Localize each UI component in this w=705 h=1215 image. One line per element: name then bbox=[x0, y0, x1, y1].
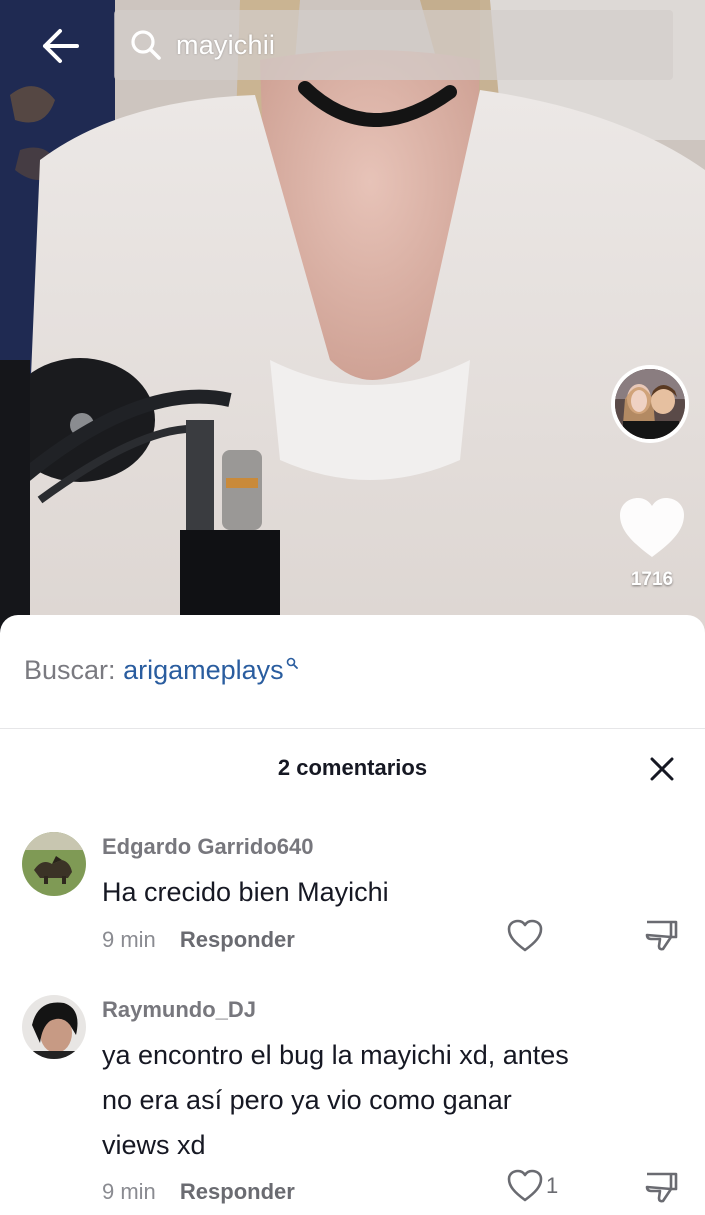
heart-outline-icon bbox=[507, 919, 543, 952]
comment-meta: 9 min Responder bbox=[102, 1179, 295, 1205]
search-suggestion-term: arigameplays bbox=[123, 655, 284, 685]
comment-like-button[interactable] bbox=[506, 1169, 544, 1203]
comment-text: Ha crecido bien Mayichi bbox=[102, 877, 389, 907]
comment-time: 9 min bbox=[102, 927, 156, 952]
search-icon bbox=[130, 28, 164, 62]
video-player[interactable]: mayichii 1716 bbox=[0, 0, 705, 640]
avatar[interactable] bbox=[22, 995, 86, 1059]
search-small-icon bbox=[286, 656, 298, 673]
reply-button[interactable]: Responder bbox=[180, 927, 295, 952]
comment-time: 9 min bbox=[102, 1179, 156, 1204]
comment-dislike-button[interactable] bbox=[643, 917, 679, 953]
search-suggestion[interactable]: Buscar: arigameplays bbox=[24, 655, 298, 686]
heart-icon bbox=[620, 498, 684, 557]
close-button[interactable] bbox=[646, 753, 678, 785]
comment-like-count: 1 bbox=[546, 1173, 559, 1198]
reply-button[interactable]: Responder bbox=[180, 1179, 295, 1204]
comments-sheet: Buscar: arigameplays 2 comentarios Edgar… bbox=[0, 615, 705, 1215]
creator-avatar[interactable] bbox=[611, 365, 689, 443]
comments-count-title: 2 comentarios bbox=[277, 755, 428, 780]
divider bbox=[0, 728, 705, 729]
avatar[interactable] bbox=[22, 832, 86, 896]
search-suggestion-prefix: Buscar: bbox=[24, 655, 116, 685]
arrow-left-icon bbox=[43, 29, 79, 63]
comment-author[interactable]: Raymundo_DJ bbox=[102, 997, 256, 1023]
like-count: 1716 bbox=[630, 569, 674, 590]
search-input[interactable]: mayichii bbox=[114, 10, 673, 80]
heart-outline-icon bbox=[507, 1169, 543, 1202]
avatar bbox=[615, 369, 685, 439]
comment-author[interactable]: Edgardo Garrido640 bbox=[102, 834, 314, 860]
search-query: mayichii bbox=[176, 29, 276, 60]
comment-meta: 9 min Responder bbox=[102, 927, 295, 953]
video-frame bbox=[0, 0, 705, 640]
top-bar: mayichii bbox=[0, 0, 705, 95]
back-button[interactable] bbox=[32, 22, 88, 70]
comment-like-button[interactable] bbox=[506, 919, 544, 953]
close-icon bbox=[650, 757, 674, 781]
comment-text: ya encontro el bug la mayichi xd, antes … bbox=[102, 1040, 569, 1160]
thumbs-down-icon bbox=[645, 920, 678, 951]
like-button[interactable] bbox=[616, 495, 688, 561]
